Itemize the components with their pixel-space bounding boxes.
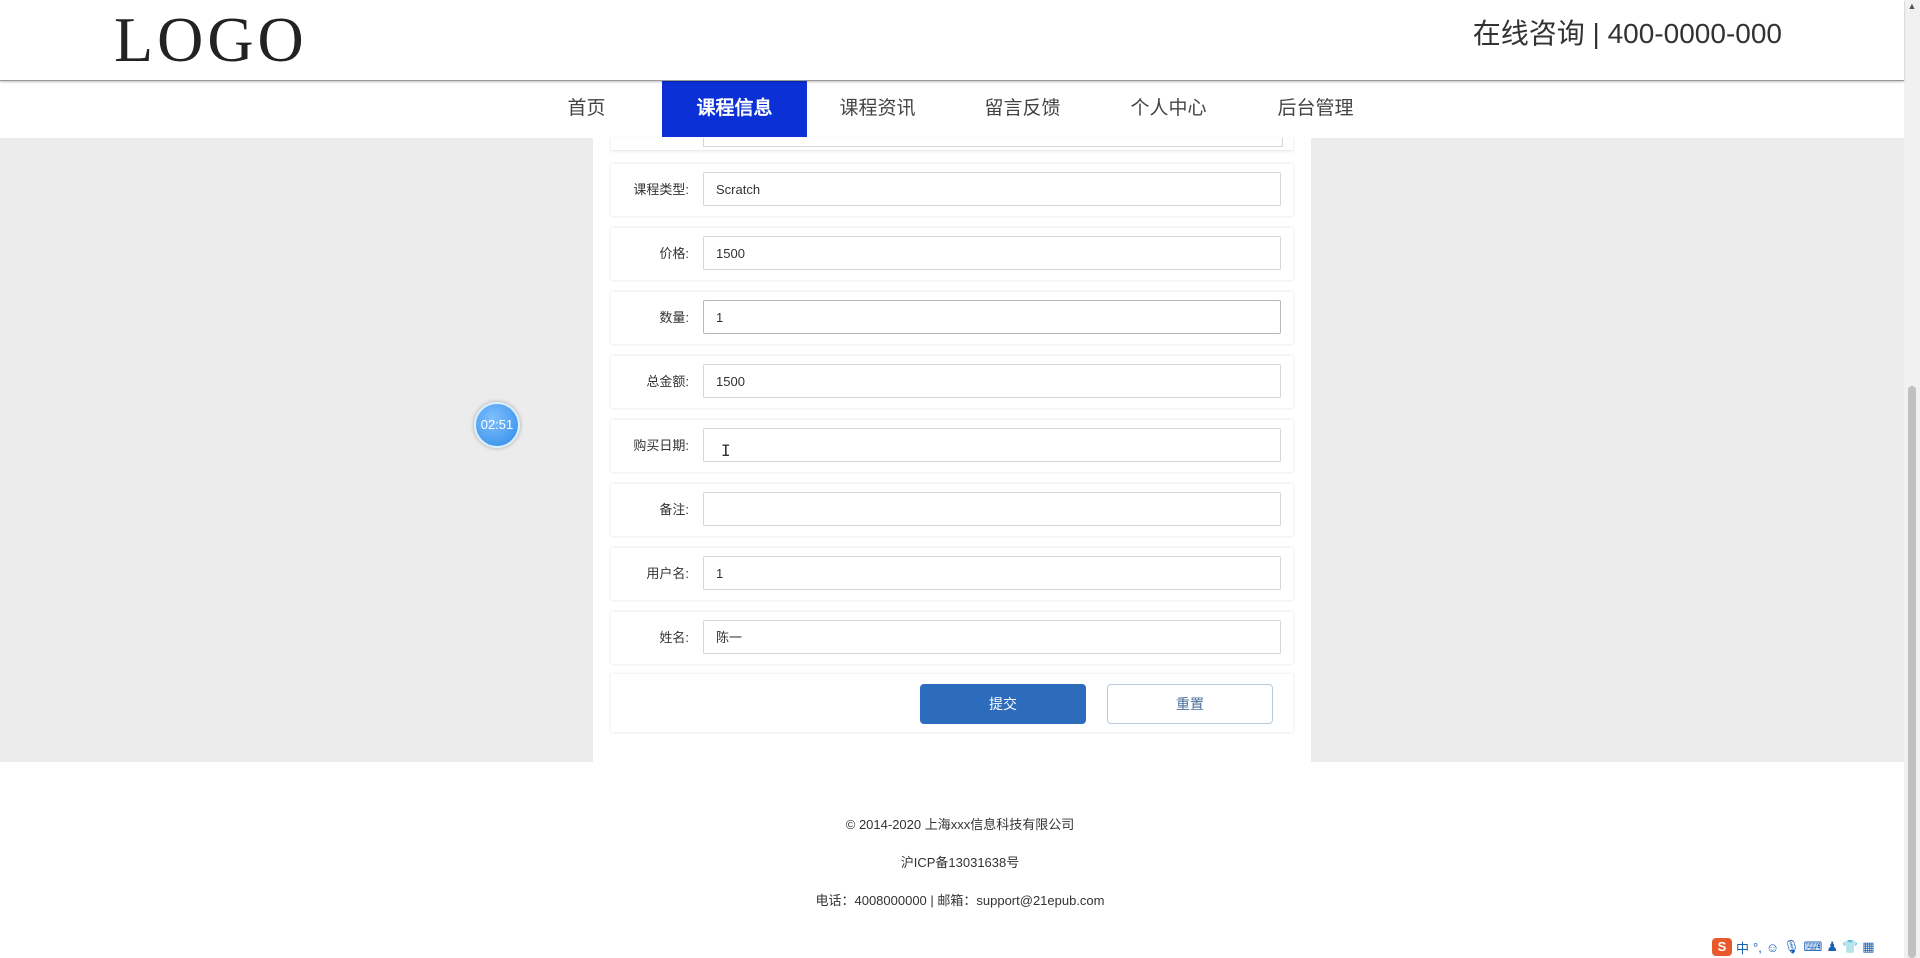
form-row-total: 总金额: 1500 — [611, 356, 1293, 408]
ime-mode-label[interactable]: 中 — [1736, 938, 1749, 957]
form-row-name: 姓名: 陈一 — [611, 612, 1293, 664]
keyboard-icon[interactable]: ⌨ — [1804, 939, 1823, 955]
footer-contact: 电话：4008000000 | 邮箱：support@21epub.com — [815, 893, 1105, 908]
form-actions: 提交 重置 — [611, 674, 1293, 732]
form-row-remark: 备注: — [611, 484, 1293, 536]
field-label: 姓名: — [659, 630, 689, 645]
field-label: 用户名: — [646, 566, 689, 581]
sogou-ime-icon[interactable]: S — [1712, 938, 1732, 956]
site-header: LOGO 在线咨询 | 400-0000-000 — [0, 0, 1904, 81]
skin-icon[interactable]: 👕 — [1842, 939, 1858, 955]
field-label: 价格: — [659, 246, 689, 261]
nav-item-admin[interactable]: 后台管理 — [1243, 81, 1388, 137]
username-input[interactable]: 1 — [703, 556, 1281, 590]
emoji-icon[interactable]: ☺ — [1766, 940, 1779, 955]
timer-badge[interactable]: 02:51 — [474, 402, 520, 448]
form-row-price: 价格: 1500 — [611, 228, 1293, 280]
microphone-icon[interactable]: 🎙 — [1783, 939, 1800, 955]
user-icon[interactable]: ♟ — [1826, 939, 1838, 955]
quantity-input[interactable]: 1 — [703, 300, 1281, 334]
footer-icp: 沪ICP备13031638号 — [900, 855, 1020, 870]
field-label: 备注: — [659, 502, 689, 517]
text-cursor-icon: I — [721, 441, 731, 460]
nav-item-feedback[interactable]: 留言反馈 — [950, 81, 1095, 137]
form-row-quantity: 数量: 1 — [611, 292, 1293, 344]
scroll-up-icon[interactable]: ▲ — [1906, 0, 1918, 12]
nav-item-profile[interactable]: 个人中心 — [1096, 81, 1241, 137]
logo[interactable]: LOGO — [114, 4, 308, 76]
course-type-input[interactable]: Scratch — [703, 172, 1281, 206]
partial-field[interactable] — [703, 138, 1283, 147]
field-label: 课程类型: — [633, 182, 689, 197]
name-input[interactable]: 陈一 — [703, 620, 1281, 654]
nav-item-home[interactable]: 首页 — [514, 81, 659, 137]
page-scrollbar[interactable]: ▲ — [1904, 0, 1920, 958]
form-row-partial — [611, 138, 1293, 150]
form-row-course-type: 课程类型: Scratch — [611, 164, 1293, 216]
submit-button[interactable]: 提交 — [920, 684, 1086, 724]
reset-button[interactable]: 重置 — [1107, 684, 1273, 724]
form-row-username: 用户名: 1 — [611, 548, 1293, 600]
contact-info: 在线咨询 | 400-0000-000 — [1472, 18, 1782, 49]
scroll-thumb[interactable] — [1908, 386, 1916, 958]
punctuation-icon[interactable]: °, — [1753, 940, 1762, 955]
nav-item-course-news[interactable]: 课程资讯 — [805, 81, 950, 137]
field-label: 总金额: — [646, 374, 689, 389]
purchase-date-input[interactable] — [703, 428, 1281, 462]
main-nav: 首页 课程信息 课程资讯 留言反馈 个人中心 后台管理 — [0, 81, 1904, 137]
grid-icon[interactable]: ▦ — [1862, 939, 1874, 955]
ime-toolbar: S 中 °, ☺ 🎙 ⌨ ♟ 👕 ▦ — [1712, 936, 1904, 958]
field-label: 数量: — [659, 310, 689, 325]
total-amount-input[interactable]: 1500 — [703, 364, 1281, 398]
price-input[interactable]: 1500 — [703, 236, 1281, 270]
footer-copyright: © 2014-2020 上海xxx信息科技有限公司 — [845, 817, 1075, 832]
form-row-purchase-date: 购买日期: — [611, 420, 1293, 472]
remark-input[interactable] — [703, 492, 1281, 526]
field-label: 购买日期: — [633, 438, 689, 453]
nav-item-course-info[interactable]: 课程信息 — [662, 81, 807, 137]
